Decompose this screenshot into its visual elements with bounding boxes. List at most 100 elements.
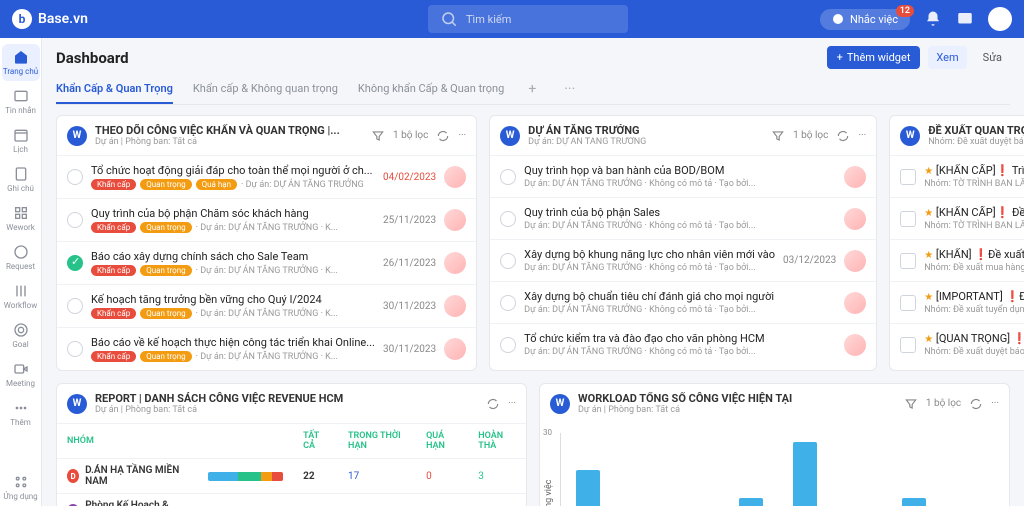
checkbox-icon[interactable] bbox=[500, 337, 516, 353]
brand-logo[interactable]: b Base.vn bbox=[12, 9, 88, 29]
nav-label: Trang chủ bbox=[3, 67, 38, 76]
chart-bar[interactable] bbox=[793, 442, 817, 506]
user-avatar[interactable] bbox=[988, 7, 1012, 31]
task-row[interactable]: Báo cáo xây dựng chính sách cho Sale Tea… bbox=[57, 241, 476, 284]
checkbox-icon[interactable] bbox=[67, 255, 83, 271]
add-widget-button[interactable]: + Thêm widget bbox=[827, 46, 921, 69]
dept-name: PPhòng Kế Hoạch & Đầu Tư bbox=[67, 500, 188, 506]
task-row[interactable]: Quy trình của bộ phận Sales Dự án: DỰ ÁN… bbox=[490, 197, 876, 239]
edit-button[interactable]: Sửa bbox=[975, 46, 1010, 69]
col-header: NHÓM bbox=[57, 424, 198, 459]
assignee-avatar[interactable] bbox=[444, 166, 466, 188]
proposal-row[interactable]: ★ [KHẨN] ❗Đề xuất mua vật tư y tế ... Nh… bbox=[890, 239, 1024, 281]
checkbox-icon[interactable] bbox=[900, 169, 916, 185]
task-row[interactable]: Quy trình họp và ban hành của BOD/BOM Dự… bbox=[490, 155, 876, 197]
nav-messages[interactable]: Tin nhắn bbox=[2, 83, 40, 120]
bell-icon[interactable] bbox=[924, 10, 942, 28]
assignee-avatar[interactable] bbox=[844, 166, 866, 188]
assignee-avatar[interactable] bbox=[444, 295, 466, 317]
nav-meeting[interactable]: Meeting bbox=[2, 356, 40, 393]
task-row[interactable]: Kế hoạch tăng trưởng bền vững cho Quý I/… bbox=[57, 284, 476, 327]
nav-apps[interactable]: Ứng dụng bbox=[2, 469, 40, 506]
assignee-avatar[interactable] bbox=[844, 208, 866, 230]
dept-dot-icon: D bbox=[67, 469, 79, 483]
widget-more-icon[interactable]: ··· bbox=[508, 398, 516, 409]
assignee-avatar[interactable] bbox=[844, 250, 866, 272]
refresh-icon[interactable] bbox=[969, 397, 983, 411]
widget-more-icon[interactable]: ··· bbox=[858, 130, 866, 141]
task-row[interactable]: Quy trình của bộ phận Chăm sóc khách hàn… bbox=[57, 198, 476, 241]
checkbox-icon[interactable] bbox=[900, 295, 916, 311]
nav-goal[interactable]: Goal bbox=[2, 317, 40, 354]
task-meta: Dự án: DỰ ÁN TĂNG TRƯỞNG · Không có mô t… bbox=[524, 305, 836, 315]
table-row[interactable]: PPhòng Kế Hoạch & Đầu Tư 7 1 1 4 bbox=[57, 494, 526, 506]
tab-urgent-not-important[interactable]: Khẩn cấp & Không quan trọng bbox=[193, 75, 338, 104]
reminders-pill[interactable]: Nhắc việc 12 bbox=[820, 9, 910, 30]
brand-name: Base.vn bbox=[38, 11, 88, 27]
task-row[interactable]: Xây dựng bộ chuẩn tiêu chí đánh giá cho … bbox=[490, 281, 876, 323]
star-icon: ★ bbox=[924, 208, 933, 219]
nav-label: Lịch bbox=[13, 145, 28, 154]
checkbox-icon[interactable] bbox=[900, 253, 916, 269]
proposal-row[interactable]: ★ [KHẨN CẤP]❗ Đề xuất đề án NGH... Nhóm:… bbox=[890, 197, 1024, 239]
task-title: Quy trình của bộ phận Chăm sóc khách hàn… bbox=[91, 207, 375, 220]
refresh-icon[interactable] bbox=[486, 397, 500, 411]
tab-urgent-important[interactable]: Khẩn Cấp & Quan Trọng bbox=[56, 75, 173, 104]
tab-add[interactable]: + bbox=[524, 75, 540, 104]
assignee-avatar[interactable] bbox=[444, 338, 466, 360]
tab-not-urgent-important[interactable]: Không khẩn Cấp & Quan trọng bbox=[358, 75, 504, 104]
chart-bar[interactable] bbox=[576, 470, 600, 506]
chat-icon[interactable] bbox=[956, 10, 974, 28]
filter-count: 1 bộ lọc bbox=[393, 130, 428, 141]
assignee-avatar[interactable] bbox=[444, 252, 466, 274]
checkbox-icon[interactable] bbox=[500, 211, 516, 227]
checkbox-icon[interactable] bbox=[500, 295, 516, 311]
widget-more-icon[interactable]: ··· bbox=[991, 398, 999, 409]
proposal-row[interactable]: ★ [IMPORTANT] ❗Đề nghị tuyển 1 v... Nhóm… bbox=[890, 281, 1024, 323]
nav-workflow[interactable]: Workflow bbox=[2, 278, 40, 315]
checkbox-icon[interactable] bbox=[500, 253, 516, 269]
assignee-avatar[interactable] bbox=[444, 209, 466, 231]
task-row[interactable]: Xây dựng bộ khung năng lực cho nhân viên… bbox=[490, 239, 876, 281]
nav-notes[interactable]: Ghi chú bbox=[2, 161, 40, 198]
checkbox-icon[interactable] bbox=[67, 169, 83, 185]
assignee-avatar[interactable] bbox=[844, 334, 866, 356]
assignee-avatar[interactable] bbox=[844, 292, 866, 314]
checkbox-icon[interactable] bbox=[900, 337, 916, 353]
search-input[interactable]: Tìm kiếm bbox=[428, 5, 628, 33]
nav-more[interactable]: Thêm bbox=[2, 395, 40, 432]
proposal-row[interactable]: ★ [KHẨN CẤP]❗ Trình ban lãnh đạo ... Nhó… bbox=[890, 155, 1024, 197]
filter-icon[interactable] bbox=[771, 129, 785, 143]
checkbox-icon[interactable] bbox=[500, 169, 516, 185]
page-title: Dashboard bbox=[56, 49, 129, 67]
filter-icon[interactable] bbox=[904, 397, 918, 411]
nav-home[interactable]: Trang chủ bbox=[2, 44, 40, 81]
checkbox-icon[interactable] bbox=[67, 341, 83, 357]
nav-calendar[interactable]: Lịch bbox=[2, 122, 40, 159]
checkbox-icon[interactable] bbox=[67, 212, 83, 228]
widget-sub: Dự án | Phòng ban: Tất cả bbox=[95, 137, 371, 147]
checkbox-icon[interactable] bbox=[900, 211, 916, 227]
task-row[interactable]: Báo cáo về kế hoạch thực hiện công tác t… bbox=[57, 327, 476, 370]
proposal-row[interactable]: ★ [QUAN TRỌNG] ❗Đề xuất duyệt b... Nhóm:… bbox=[890, 323, 1024, 365]
search-icon bbox=[440, 10, 458, 28]
refresh-icon[interactable] bbox=[836, 129, 850, 143]
table-row[interactable]: DD.ÁN HẠ TẦNG MIỀN NAM 22 17 0 3 bbox=[57, 459, 526, 494]
widget-more-icon[interactable]: ··· bbox=[458, 130, 466, 141]
proposal-meta: Nhóm: Đề xuất mua hàng · Bộ phận yê... bbox=[924, 263, 1024, 273]
view-button[interactable]: Xem bbox=[928, 46, 966, 69]
star-icon: ★ bbox=[924, 334, 933, 345]
chart-bar[interactable] bbox=[902, 498, 926, 506]
tag-chip: Khẩn cấp bbox=[91, 222, 136, 233]
task-row[interactable]: Tổ chức hoạt động giải đáp cho toàn thể … bbox=[57, 155, 476, 198]
tab-more[interactable]: ··· bbox=[560, 75, 579, 104]
task-row[interactable]: Tổ chức kiểm tra và đào đạo cho văn phòn… bbox=[490, 323, 876, 365]
refresh-icon[interactable] bbox=[436, 129, 450, 143]
workflow-icon bbox=[13, 283, 29, 299]
chart-bar[interactable] bbox=[739, 498, 763, 506]
nav-request[interactable]: Request bbox=[2, 239, 40, 276]
task-title: Tổ chức hoạt động giải đáp cho toàn thể … bbox=[91, 164, 375, 177]
checkbox-icon[interactable] bbox=[67, 298, 83, 314]
nav-wework[interactable]: Wework bbox=[2, 200, 40, 237]
filter-icon[interactable] bbox=[371, 129, 385, 143]
